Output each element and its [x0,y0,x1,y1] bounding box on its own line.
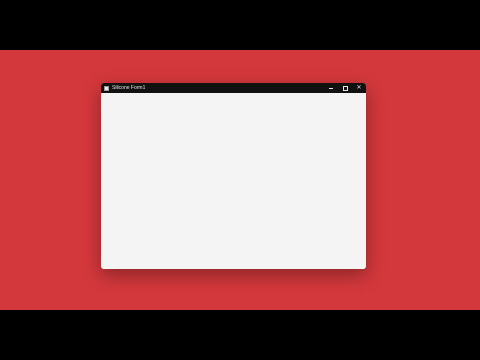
letterbox-top [0,0,480,50]
maximize-button[interactable] [338,83,352,93]
maximize-icon [342,85,348,91]
window-client-area [101,93,366,269]
window-controls: ✕ [324,83,366,93]
window-title: Silicone Form1 [112,85,146,91]
title-bar[interactable]: Silicone Form1 ✕ [101,83,366,93]
close-icon: ✕ [356,84,362,91]
app-icon [104,85,109,91]
app-window: Silicone Form1 ✕ [101,83,366,269]
close-button[interactable]: ✕ [352,83,366,93]
minimize-button[interactable] [324,83,338,93]
minimize-icon [329,87,333,89]
letterbox-bottom [0,310,480,360]
